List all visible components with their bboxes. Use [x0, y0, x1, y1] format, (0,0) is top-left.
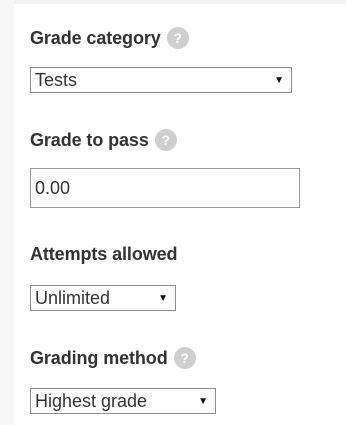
attempts-allowed-label: Attempts allowed — [30, 242, 178, 266]
grading-method-label: Grading method ? — [30, 346, 196, 370]
grading-method-help-icon[interactable]: ? — [173, 347, 196, 369]
attempts-allowed-selected-value: Unlimited — [35, 287, 111, 308]
grade-category-selected-value: Tests — [35, 69, 78, 90]
grading-method-label-text: Grading method — [30, 347, 168, 368]
attempts-allowed-label-text: Attempts allowed — [30, 243, 178, 264]
grade-category-label: Grade category ? — [30, 26, 189, 50]
grade-category-select[interactable]: Tests ▼ — [30, 67, 292, 93]
attempts-allowed-select[interactable]: Unlimited ▼ — [30, 285, 176, 311]
quiz-grade-settings-panel: Grade category ? Tests ▼ Grade to pass ?… — [14, 0, 346, 425]
grade-to-pass-label-text: Grade to pass — [30, 129, 149, 150]
grade-to-pass-label: Grade to pass ? — [30, 128, 177, 152]
grade-category-label-text: Grade category — [30, 27, 161, 48]
grading-method-dropdown-arrow-icon: ▼ — [198, 395, 208, 407]
grade-to-pass-help-icon[interactable]: ? — [154, 129, 177, 151]
grading-method-select[interactable]: Highest grade ▼ — [30, 388, 216, 414]
grade-to-pass-input[interactable] — [30, 168, 300, 208]
grading-method-selected-value: Highest grade — [35, 390, 148, 411]
grade-category-help-icon[interactable]: ? — [166, 27, 189, 49]
attempts-allowed-dropdown-arrow-icon: ▼ — [158, 292, 168, 304]
grade-category-dropdown-arrow-icon: ▼ — [274, 74, 284, 86]
